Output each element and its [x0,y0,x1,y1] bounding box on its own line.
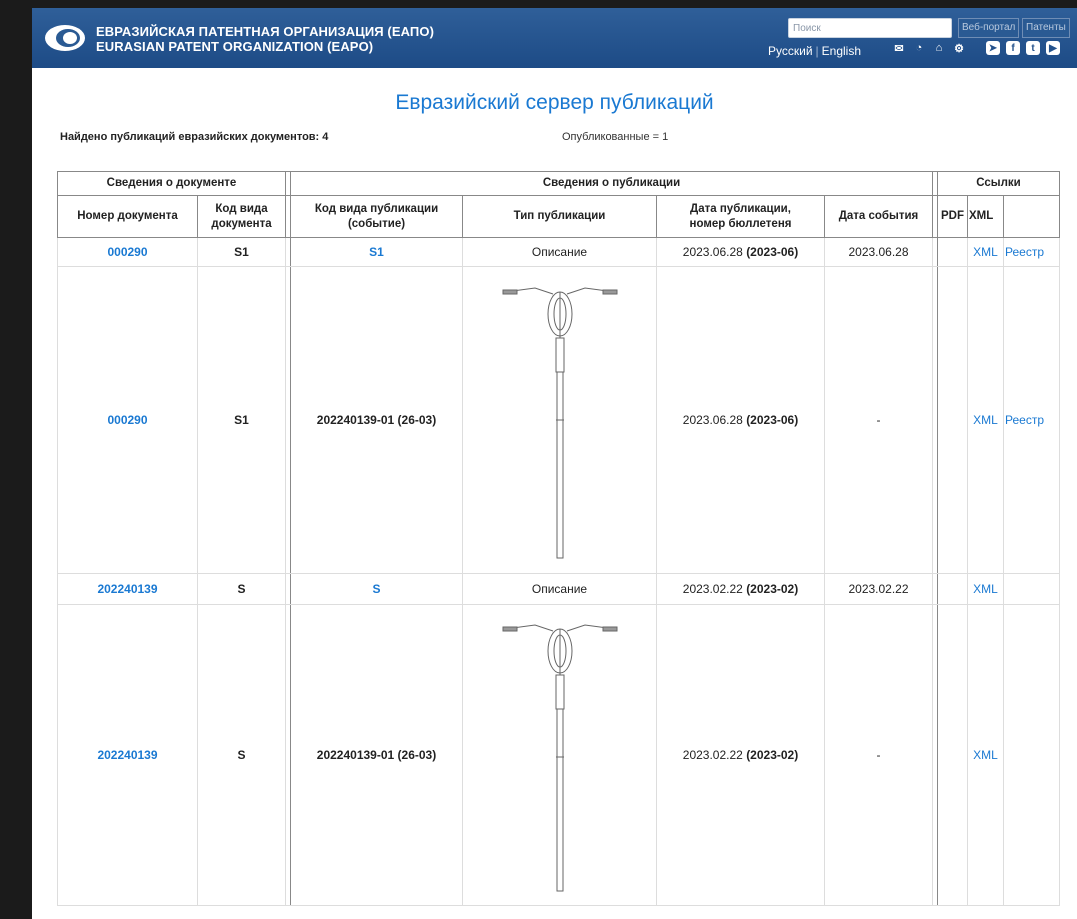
published-count-text: Опубликованные = 1 [562,131,669,143]
twitter-icon[interactable]: t [1026,41,1040,55]
doc-kind: S [197,573,286,605]
org-name-ru: ЕВРАЗИЙСКАЯ ПАТЕНТНАЯ ОРГАНИЗАЦИЯ (ЕАПО) [96,24,435,39]
web-portal-button[interactable]: Веб-портал [958,18,1020,38]
design-image-cell [462,266,657,574]
rss-icon[interactable]: ◔ [912,41,926,55]
pdf-cell [937,573,968,605]
patents-button[interactable]: Патенты [1022,18,1070,38]
group-header-row: Сведения о документе Сведения о публикац… [57,171,1060,196]
pdf-cell [937,604,968,906]
doc-number-link[interactable]: 202240139 [97,582,157,596]
col-pub-date: Дата публикации, номер бюллетеня [656,195,825,238]
design-number: 202240139-01 (26-03) [290,266,463,574]
col-pub-kind: Код вида публикации (событие) [290,195,463,238]
col-doc-kind: Код вида документа [197,195,286,238]
youtube-icon[interactable]: ▶ [1046,41,1060,55]
pub-type: Описание [462,573,657,605]
page-title: Евразийский сервер публикаций [395,91,714,114]
doc-number-link[interactable]: 000290 [107,413,147,427]
home-icon[interactable]: ⌂ [932,41,946,55]
pub-kind-link[interactable]: S [372,582,380,596]
event-date: 2023.02.22 [824,573,933,605]
registry-link[interactable]: Реестр [1005,245,1044,259]
eapo-logo-icon[interactable] [44,23,86,53]
col-event-date: Дата события [824,195,933,238]
site-header: ЕВРАЗИЙСКАЯ ПАТЕНТНАЯ ОРГАНИЗАЦИЯ (ЕАПО)… [32,8,1077,68]
pub-date: 2023.06.28 (2023-06) [656,237,825,267]
group-header-links: Ссылки [937,171,1060,196]
registry-cell [1003,573,1060,605]
street-lamp-image[interactable] [495,280,625,560]
design-number: 202240139-01 (26-03) [290,604,463,906]
col-registry [1003,195,1060,238]
settings-icon[interactable]: ⚙ [952,41,966,55]
design-image-cell [462,604,657,906]
results-summary: Найдено публикаций евразийских документо… [32,131,1077,153]
pub-date: 2023.06.28 (2023-06) [656,266,825,574]
doc-number-link[interactable]: 000290 [107,245,147,259]
lang-separator: | [815,44,819,58]
event-date: 2023.06.28 [824,237,933,267]
org-name-en: EURASIAN PATENT ORGANIZATION (EAPO) [96,39,374,54]
xml-link[interactable]: XML [973,748,998,762]
pub-date: 2023.02.22 (2023-02) [656,604,825,906]
xml-link[interactable]: XML [973,245,998,259]
column-header-row: Номер документа Код вида документа Код ви… [57,195,1060,238]
group-header-document: Сведения о документе [57,171,286,196]
header-icons: ✉ ◔ ⌂ ⚙ ➤ f t ▶ [892,41,1060,55]
doc-kind: S1 [197,266,286,574]
pub-date: 2023.02.22 (2023-02) [656,573,825,605]
organization-name[interactable]: ЕВРАЗИЙСКАЯ ПАТЕНТНАЯ ОРГАНИЗАЦИЯ (ЕАПО)… [96,24,434,54]
table-row: 000290 S1 202240139-01 (26-03) 2023.06.2… [57,266,1060,574]
registry-cell [1003,604,1060,906]
table-row: 000290 S1 S1 Описание 2023.06.28 (2023-0… [57,237,1060,267]
lang-ru-link[interactable]: Русский [768,44,813,58]
language-switcher: Русский | English [768,44,861,58]
col-xml: XML [967,195,1004,238]
pdf-cell [937,266,968,574]
pub-kind-link[interactable]: S1 [369,245,384,259]
page-frame: ЕВРАЗИЙСКАЯ ПАТЕНТНАЯ ОРГАНИЗАЦИЯ (ЕАПО)… [32,8,1077,919]
event-date: - [824,604,933,906]
event-date: - [824,266,933,574]
publications-table: Сведения о документе Сведения о публикац… [57,171,1060,906]
col-pdf: PDF [937,195,968,238]
doc-number-link[interactable]: 202240139 [97,748,157,762]
doc-kind: S1 [197,237,286,267]
registry-link[interactable]: Реестр [1005,413,1044,427]
found-count-text: Найдено публикаций евразийских документо… [60,131,329,143]
facebook-icon[interactable]: f [1006,41,1020,55]
search-input[interactable] [788,18,952,38]
pdf-cell [937,237,968,267]
street-lamp-image[interactable] [495,617,625,893]
lang-en-link[interactable]: English [822,44,861,58]
table-row: 202240139 S S Описание 2023.02.22 (2023-… [57,573,1060,605]
xml-link[interactable]: XML [973,413,998,427]
col-doc-number: Номер документа [57,195,198,238]
table-row: 202240139 S 202240139-01 (26-03) 2023.02… [57,604,1060,906]
col-pub-type: Тип публикации [462,195,657,238]
telegram-icon[interactable]: ➤ [986,41,1000,55]
group-header-publication: Сведения о публикации [290,171,933,196]
doc-kind: S [197,604,286,906]
xml-link[interactable]: XML [973,582,998,596]
pub-type: Описание [462,237,657,267]
mail-icon[interactable]: ✉ [892,41,906,55]
